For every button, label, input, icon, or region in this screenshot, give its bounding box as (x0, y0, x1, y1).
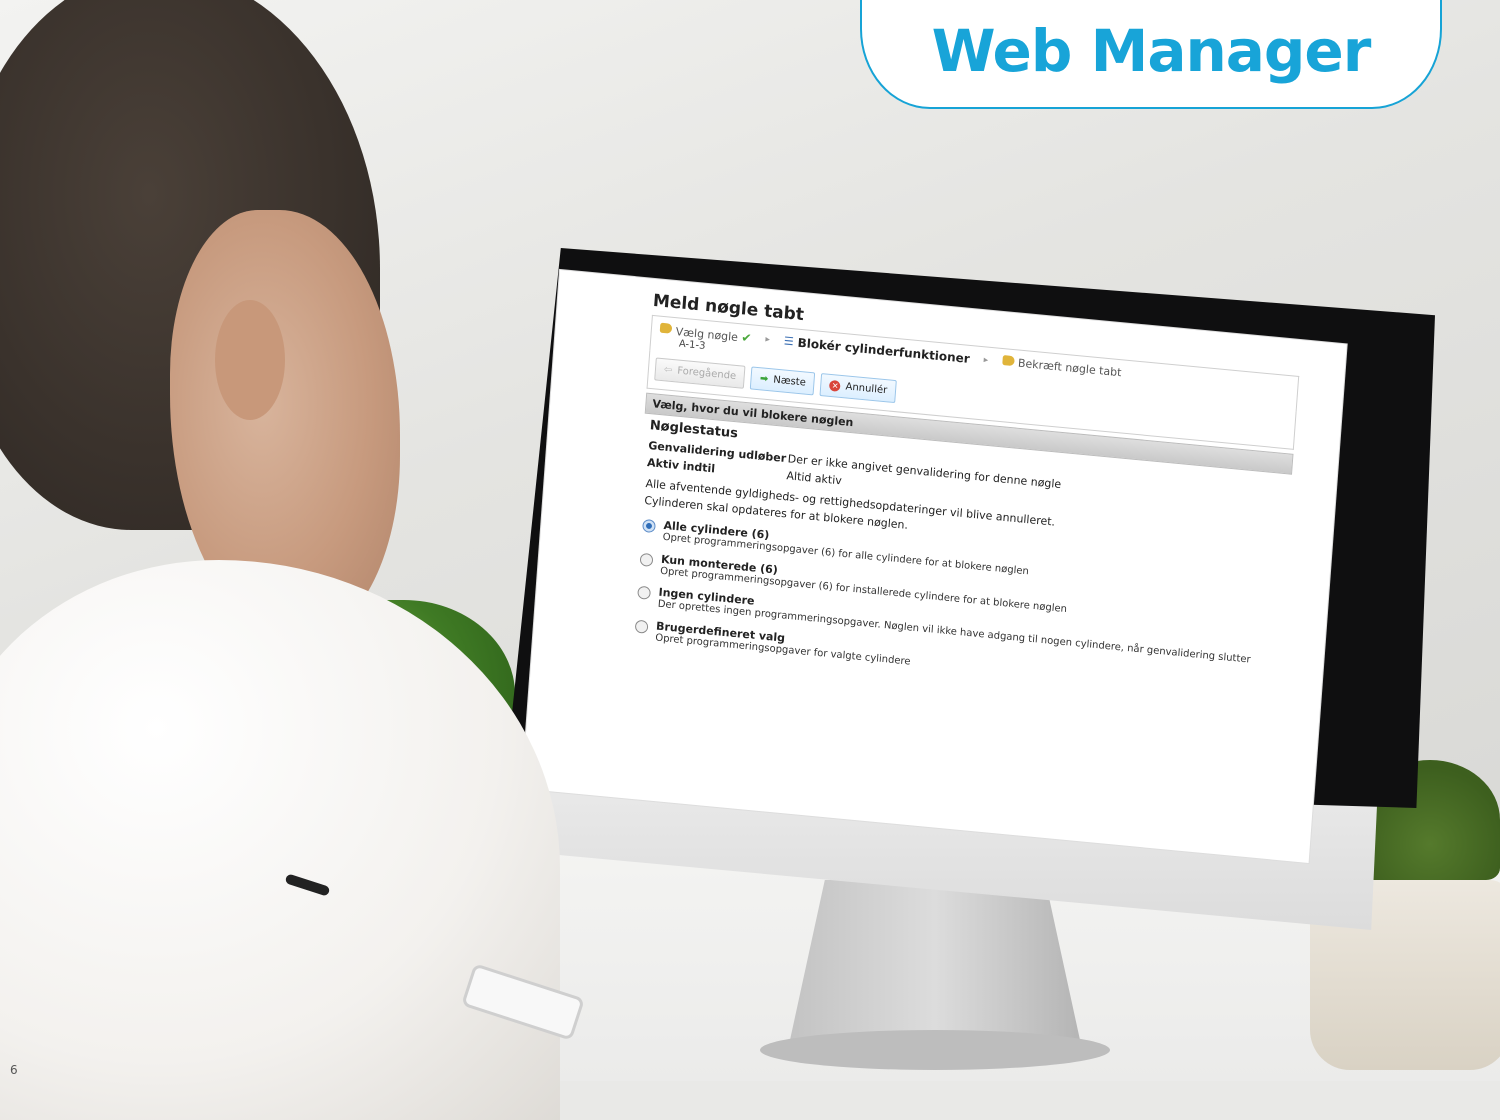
checkmark-icon: ✔ (740, 330, 752, 346)
wizard-step-label: Bekræft nøgle tabt (1017, 356, 1122, 380)
previous-button-label: Foregående (676, 365, 737, 383)
monitor-stand (790, 880, 1080, 1040)
page-number: 6 (10, 1063, 18, 1077)
wizard-step-select-key[interactable]: Vælg nøgle ✔ A-1-3 (659, 322, 752, 357)
wizard-step-confirm-lost[interactable]: Bekræft nøgle tabt (1001, 355, 1122, 380)
arrow-right-icon: ➡ (759, 373, 769, 386)
arrow-left-icon: ⇦ (663, 364, 673, 376)
web-manager-badge: Web Manager (860, 0, 1442, 109)
badge-text: Web Manager (931, 17, 1372, 85)
next-button-label: Næste (772, 374, 807, 389)
monitor-stand-foot (760, 1030, 1110, 1070)
next-button[interactable]: ➡ Næste (750, 366, 816, 396)
monitor-screen: Meld nøgle tabt Vælg nøgle ✔ A-1-3 ▸ ☰ B… (521, 270, 1347, 863)
cancel-button[interactable]: ✕ Annullér (819, 373, 897, 404)
key-icon (1001, 355, 1015, 367)
previous-button[interactable]: ⇦ Foregående (654, 357, 746, 389)
step-separator-icon: ▸ (765, 334, 771, 346)
key-icon (659, 322, 673, 334)
radio-button[interactable] (642, 518, 656, 534)
person-ear (215, 300, 285, 420)
cancel-button-label: Annullér (845, 381, 888, 397)
step-separator-icon: ▸ (983, 355, 989, 366)
radio-button[interactable] (637, 585, 652, 600)
wizard-step-label: Blokér cylinderfunktioner (797, 335, 971, 366)
list-icon: ☰ (783, 334, 795, 349)
wizard-step-block-cylinders[interactable]: ☰ Blokér cylinderfunktioner (783, 334, 970, 366)
radio-button[interactable] (639, 552, 654, 567)
cancel-icon: ✕ (829, 379, 842, 392)
dialog: Meld nøgle tabt Vælg nøgle ✔ A-1-3 ▸ ☰ B… (627, 291, 1301, 715)
radio-button[interactable] (634, 619, 649, 634)
